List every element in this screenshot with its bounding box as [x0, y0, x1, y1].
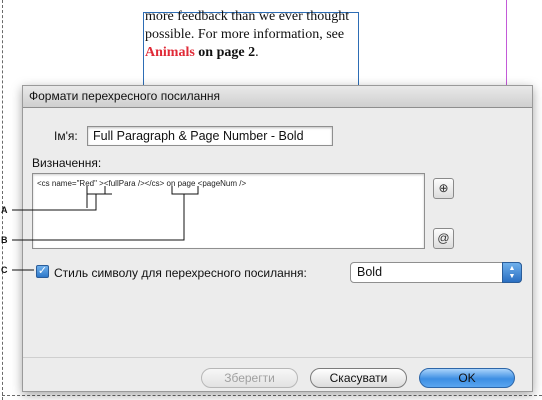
character-style-checkbox[interactable]: ✓ [36, 265, 49, 278]
callout-a-label: A [1, 205, 8, 215]
period: . [255, 45, 259, 60]
page-edge-guide-bottom [2, 395, 542, 396]
select-arrows-icon: ▲ ▼ [502, 262, 522, 283]
insert-building-block-button[interactable]: ⊕ [433, 178, 454, 199]
document-text: more feedback than we ever thought possi… [145, 8, 367, 62]
callout-c-label: C [1, 265, 8, 275]
character-style-label: Стиль символу для перехресного посилання… [54, 266, 307, 280]
definition-code: <cs name="Red" ><fullPara /></cs> on pag… [37, 179, 247, 188]
checkmark-icon: ✓ [37, 265, 48, 277]
document-line-3: Animals on page 2. [145, 44, 367, 62]
dialog-divider [23, 357, 532, 358]
character-style-select[interactable]: Bold ▲ ▼ [350, 262, 522, 283]
definition-label: Визначення: [32, 156, 102, 170]
insert-building-block-icon: ⊕ [438, 181, 449, 195]
name-label: Ім'я: [54, 129, 78, 143]
cross-reference-link[interactable]: Animals [145, 45, 195, 60]
document-line-2: possible. For more information, see [145, 27, 345, 42]
insert-special-character-button[interactable]: @ [433, 228, 454, 249]
character-style-value: Bold [357, 265, 383, 279]
margin-guide [506, 0, 507, 85]
name-field[interactable]: Full Paragraph & Page Number - Bold [87, 126, 333, 146]
cross-reference-page: on page 2 [194, 45, 256, 60]
save-button[interactable]: Зберегти [201, 368, 298, 388]
cross-reference-formats-dialog: Формати перехресного посилання Ім'я: Ful… [22, 85, 533, 392]
definition-textarea[interactable]: <cs name="Red" ><fullPara /></cs> on pag… [32, 173, 425, 249]
cancel-button[interactable]: Скасувати [310, 368, 407, 388]
insert-special-character-icon: @ [437, 231, 450, 245]
ok-button[interactable]: OK [419, 368, 515, 388]
callout-b-label: B [1, 235, 8, 245]
document-line-1: more feedback than we ever thought [145, 9, 350, 24]
page-edge-guide [2, 0, 3, 400]
dialog-title: Формати перехресного посилання [29, 89, 220, 103]
dialog-titlebar[interactable]: Формати перехресного посилання [23, 86, 532, 108]
